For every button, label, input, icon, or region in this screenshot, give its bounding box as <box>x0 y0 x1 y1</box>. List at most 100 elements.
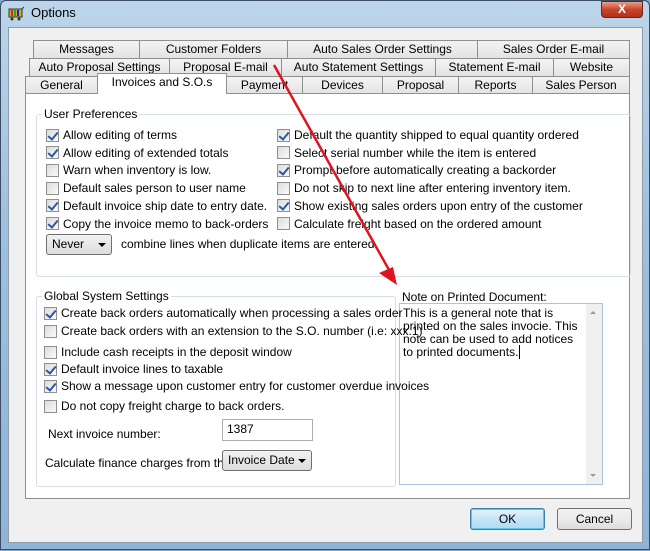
global-setting-checkbox[interactable]: Do not copy freight charge to back order… <box>44 399 284 413</box>
tab-statement-email[interactable]: Statement E-mail <box>435 58 554 76</box>
user-pref-checkbox[interactable]: Warn when inventory is low. <box>46 163 211 177</box>
finance-charges-label: Calculate finance charges from the <box>45 456 231 470</box>
tab-devices[interactable]: Devices <box>302 76 383 94</box>
user-pref-checkbox[interactable]: Select serial number while the item is e… <box>277 146 536 160</box>
checkbox-unchecked-icon[interactable] <box>44 399 57 413</box>
checkbox-unchecked-icon[interactable] <box>277 181 290 195</box>
tab-label: Customer Folders <box>165 42 262 56</box>
cancel-label: Cancel <box>575 512 614 526</box>
tab-label: Website <box>569 60 614 74</box>
combine-lines-select[interactable]: Never <box>46 234 112 255</box>
checkbox-checked-icon[interactable] <box>277 199 290 213</box>
checkbox-label: Copy the invoice memo to back-orders <box>63 216 269 231</box>
checkbox-label: Default invoice ship date to entry date. <box>63 198 268 213</box>
checkbox-unchecked-icon[interactable] <box>277 146 290 160</box>
tab-label: Payment <box>240 78 289 92</box>
user-pref-checkbox[interactable]: Allow editing of extended totals <box>46 146 228 160</box>
checkbox-label: Default sales person to user name <box>63 181 246 196</box>
checkbox-checked-icon[interactable] <box>46 217 59 230</box>
tab-label: Statement E-mail <box>448 60 541 74</box>
close-button[interactable]: X <box>601 1 643 18</box>
checkbox-label: Create back orders automatically when pr… <box>61 306 403 320</box>
checkbox-label: Include cash receipts in the deposit win… <box>61 345 292 359</box>
tab-messages[interactable]: Messages <box>33 40 140 58</box>
input-value: 1387 <box>227 422 254 436</box>
note-scrollbar[interactable] <box>586 304 602 484</box>
tab-label: Proposal E-mail <box>183 60 268 74</box>
next-invoice-input[interactable]: 1387 <box>222 419 313 441</box>
global-setting-checkbox[interactable]: Create back orders with an extension to … <box>44 324 423 338</box>
note-textarea[interactable]: This is a general note that is printed o… <box>399 303 603 485</box>
checkbox-checked-icon[interactable] <box>44 362 57 376</box>
tab-label: Sales Order E-mail <box>502 42 605 56</box>
checkbox-label: Default the quantity shipped to equal qu… <box>294 128 579 142</box>
options-window: Options X Messages Customer Folders Auto… <box>0 0 650 550</box>
checkbox-label: Allow editing of extended totals <box>63 145 229 160</box>
checkbox-unchecked-icon[interactable] <box>46 163 59 177</box>
tab-payment[interactable]: Payment <box>226 76 303 94</box>
checkbox-label: Allow editing of terms <box>63 128 178 142</box>
user-pref-checkbox[interactable]: Show existing sales orders upon entry of… <box>277 199 583 213</box>
checkbox-label: Select serial number while the item is e… <box>294 145 537 160</box>
tab-label: Proposal <box>396 78 445 92</box>
tab-label: Invoices and S.O.s <box>111 75 213 89</box>
tab-label: Auto Sales Order Settings <box>313 42 452 56</box>
cart-app-icon <box>8 6 25 21</box>
text-cursor: ​ <box>519 345 521 359</box>
user-pref-checkbox[interactable]: Default the quantity shipped to equal qu… <box>277 128 579 142</box>
tab-auto-statement-settings[interactable]: Auto Statement Settings <box>281 58 436 76</box>
tab-invoices-and-sos[interactable]: Invoices and S.O.s <box>97 73 227 94</box>
cancel-button[interactable]: Cancel <box>557 508 632 530</box>
checkbox-checked-icon[interactable] <box>277 163 290 177</box>
tab-customer-folders[interactable]: Customer Folders <box>139 40 288 58</box>
checkbox-unchecked-icon[interactable] <box>46 181 59 195</box>
checkbox-unchecked-icon[interactable] <box>277 217 290 230</box>
user-pref-checkbox[interactable]: Default sales person to user name <box>46 181 246 195</box>
note-text: This is a general note that is printed o… <box>403 306 578 359</box>
tab-website[interactable]: Website <box>553 58 630 76</box>
checkbox-checked-icon[interactable] <box>44 306 57 320</box>
global-setting-checkbox[interactable]: Include cash receipts in the deposit win… <box>44 345 292 359</box>
next-invoice-label: Next invoice number: <box>48 427 161 441</box>
checkbox-checked-icon[interactable] <box>44 379 57 393</box>
combine-lines-label: combine lines when duplicate items are e… <box>121 237 375 251</box>
note-label: Note on Printed Document: <box>402 290 547 304</box>
tab-reports[interactable]: Reports <box>458 76 533 94</box>
tab-general[interactable]: General <box>25 76 98 94</box>
title-bar[interactable]: Options X <box>1 1 649 27</box>
tab-label: Auto Statement Settings <box>293 60 424 74</box>
tab-label: Devices <box>321 78 364 92</box>
checkbox-unchecked-icon[interactable] <box>44 324 57 338</box>
global-setting-checkbox[interactable]: Create back orders automatically when pr… <box>44 306 403 320</box>
ok-button[interactable]: OK <box>470 508 545 530</box>
checkbox-label: Warn when inventory is low. <box>63 163 212 178</box>
checkbox-checked-icon[interactable] <box>46 146 59 160</box>
checkbox-unchecked-icon[interactable] <box>44 345 57 359</box>
user-pref-checkbox[interactable]: Allow editing of terms <box>46 128 177 142</box>
chevron-down-icon <box>98 243 106 247</box>
global-setting-checkbox[interactable]: Show a message upon customer entry for c… <box>44 379 429 393</box>
checkbox-label: Show a message upon customer entry for c… <box>61 379 430 393</box>
user-pref-checkbox[interactable]: Prompt before automatically creating a b… <box>277 163 556 177</box>
checkbox-checked-icon[interactable] <box>46 199 59 213</box>
user-pref-checkbox[interactable]: Copy the invoice memo to back-orders <box>46 217 268 231</box>
tab-label: Sales Person <box>545 78 617 92</box>
checkbox-label: Do not skip to next line after entering … <box>294 181 571 196</box>
finance-charges-select[interactable]: Invoice Date <box>222 450 312 471</box>
scroll-down-icon[interactable] <box>590 474 596 477</box>
checkbox-label: Calculate freight based on the ordered a… <box>294 216 542 231</box>
checkbox-checked-icon[interactable] <box>277 128 290 142</box>
chevron-down-icon <box>298 459 306 463</box>
tab-auto-sales-order-settings[interactable]: Auto Sales Order Settings <box>287 40 478 58</box>
tab-proposal[interactable]: Proposal <box>382 76 459 94</box>
user-pref-checkbox[interactable]: Do not skip to next line after entering … <box>277 181 571 195</box>
checkbox-checked-icon[interactable] <box>46 128 59 142</box>
checkbox-label: Create back orders with an extension to … <box>61 324 423 338</box>
scroll-up-icon[interactable] <box>590 311 596 314</box>
user-preferences-title: User Preferences <box>42 107 140 121</box>
user-pref-checkbox[interactable]: Default invoice ship date to entry date. <box>46 199 267 213</box>
global-setting-checkbox[interactable]: Default invoice lines to taxable <box>44 362 223 376</box>
tab-sales-order-email[interactable]: Sales Order E-mail <box>477 40 630 58</box>
tab-sales-person[interactable]: Sales Person <box>532 76 630 94</box>
user-pref-checkbox[interactable]: Calculate freight based on the ordered a… <box>277 217 542 231</box>
